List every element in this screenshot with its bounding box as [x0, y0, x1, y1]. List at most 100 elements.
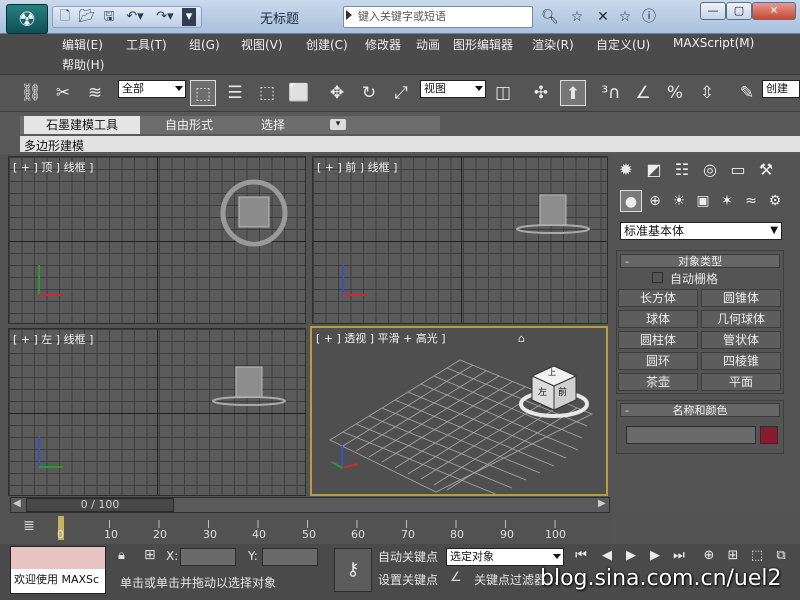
- menu-help[interactable]: 帮助(H): [62, 56, 104, 73]
- time-slider-thumb[interactable]: 0 / 100: [26, 498, 174, 512]
- viewcube-face-top[interactable]: 上: [548, 367, 556, 378]
- subscription-icon[interactable]: ☆: [568, 8, 586, 26]
- object-color-swatch[interactable]: [760, 426, 778, 444]
- select-and-scale-icon[interactable]: ⤢: [388, 80, 414, 106]
- motion-tab-icon[interactable]: ◎: [698, 158, 722, 182]
- go-to-end-icon[interactable]: ⏭: [670, 547, 688, 565]
- viewcube-top-icon[interactable]: [214, 175, 294, 247]
- sphere-button[interactable]: 球体: [618, 310, 698, 328]
- torus-button[interactable]: 圆环: [618, 352, 698, 370]
- tab-selection[interactable]: 选择: [238, 116, 308, 134]
- create-tab-icon[interactable]: ✹: [614, 158, 638, 182]
- object-name-field[interactable]: [626, 426, 756, 444]
- viewcube-face-left[interactable]: 左: [538, 385, 547, 398]
- select-and-manipulate-icon[interactable]: ✣: [528, 80, 554, 106]
- mini-curve-editor-icon[interactable]: ≣: [18, 518, 40, 538]
- select-and-link-icon[interactable]: ⛓︎: [18, 80, 44, 106]
- teapot-button[interactable]: 茶壶: [618, 373, 698, 391]
- maxscript-output[interactable]: [11, 547, 105, 569]
- bind-to-space-warp-icon[interactable]: ≋: [82, 80, 108, 106]
- redo-icon[interactable]: ↷▾: [152, 8, 178, 26]
- angle-snap-icon[interactable]: ∠: [630, 80, 656, 106]
- display-tab-icon[interactable]: ▭: [726, 158, 750, 182]
- cameras-icon[interactable]: ▣: [692, 190, 714, 212]
- menu-maxscript[interactable]: MAXScript(M): [673, 36, 754, 50]
- new-file-icon[interactable]: 🗋: [56, 8, 74, 26]
- tab-freeform[interactable]: 自由形式: [146, 116, 232, 134]
- open-file-icon[interactable]: 📂︎: [78, 8, 96, 26]
- x-coord-input[interactable]: [180, 548, 236, 566]
- viewport-front[interactable]: [ + ] 前 ] 线框 ]: [312, 156, 608, 324]
- cone-button[interactable]: 圆锥体: [701, 289, 781, 307]
- viewcube-face-front[interactable]: 前: [558, 385, 567, 398]
- menu-edit[interactable]: 编辑(E): [62, 36, 103, 53]
- zoom-extents-all-icon[interactable]: ⧉: [772, 547, 790, 565]
- systems-icon[interactable]: ⚙: [764, 190, 786, 212]
- ribbon-minimize-icon[interactable]: ▾: [330, 119, 346, 130]
- category-dropdown[interactable]: 标准基本体 ▼: [620, 222, 782, 240]
- application-button[interactable]: ☢: [6, 4, 48, 34]
- go-to-start-icon[interactable]: ⏮: [572, 547, 590, 565]
- selection-filter-dropdown[interactable]: 全部: [118, 80, 186, 98]
- tube-button[interactable]: 管状体: [701, 331, 781, 349]
- modify-tab-icon[interactable]: ◩: [642, 158, 666, 182]
- key-mode-dropdown[interactable]: 选定对象: [446, 548, 564, 566]
- reference-coordinate-dropdown[interactable]: 视图: [420, 80, 486, 98]
- zoom-all-icon[interactable]: ⊞: [724, 547, 742, 565]
- named-selection-sets-dropdown[interactable]: 创建: [762, 80, 800, 98]
- cylinder-button[interactable]: 圆柱体: [618, 331, 698, 349]
- hierarchy-tab-icon[interactable]: ☷: [670, 158, 694, 182]
- help-icon[interactable]: ⓘ: [640, 8, 658, 26]
- menu-rendering[interactable]: 渲染(R): [532, 36, 574, 53]
- object-type-rollout-title[interactable]: - 对象类型: [620, 254, 780, 268]
- menu-customize[interactable]: 自定义(U): [596, 36, 650, 53]
- prev-frame-icon[interactable]: ◀: [13, 498, 21, 509]
- menu-create[interactable]: 创建(C): [306, 36, 348, 53]
- play-icon[interactable]: ▶: [622, 547, 640, 565]
- select-and-rotate-icon[interactable]: ↻: [356, 80, 382, 106]
- viewcube-left-icon[interactable]: [209, 359, 289, 409]
- helpers-icon[interactable]: ✶: [716, 190, 738, 212]
- lights-icon[interactable]: ☀: [668, 190, 690, 212]
- key-filters-icon[interactable]: ∠: [450, 570, 462, 585]
- search-input[interactable]: 键入关键字或短语: [343, 6, 533, 28]
- select-and-move-icon[interactable]: ✥: [324, 80, 350, 106]
- lock-selection-icon[interactable]: 🔒︎: [118, 548, 125, 563]
- previous-frame-icon[interactable]: ◀: [598, 547, 616, 565]
- shapes-icon[interactable]: ⊕: [644, 190, 666, 212]
- absolute-mode-icon[interactable]: ⊞: [144, 547, 156, 563]
- menu-modifiers[interactable]: 修改器: [365, 36, 401, 53]
- next-frame-icon[interactable]: ▶: [598, 498, 606, 509]
- autogrid-checkbox[interactable]: [652, 272, 663, 283]
- binoculars-icon[interactable]: 🔍︎: [538, 8, 562, 26]
- geometry-icon[interactable]: ●: [620, 190, 642, 212]
- unlink-selection-icon[interactable]: ✂︎: [50, 80, 76, 106]
- percent-snap-icon[interactable]: %: [662, 80, 688, 106]
- search-expand-icon[interactable]: [346, 10, 352, 20]
- maxscript-input[interactable]: 欢迎使用 MAXSc: [11, 569, 105, 593]
- set-key-button[interactable]: 设置关键点: [378, 571, 438, 588]
- undo-icon[interactable]: ↶▾: [122, 8, 148, 26]
- viewcube-front-icon[interactable]: [513, 187, 593, 237]
- set-key-icon[interactable]: ⚷: [334, 548, 372, 592]
- favorites-star-icon[interactable]: ☆: [616, 8, 634, 26]
- viewport-left[interactable]: [ + ] 左 ] 线框 ]: [8, 328, 306, 496]
- viewport-label-left[interactable]: [ + ] 左 ] 线框 ]: [13, 331, 93, 347]
- rectangular-selection-icon[interactable]: ⬚: [254, 80, 280, 106]
- pyramid-button[interactable]: 四棱锥: [701, 352, 781, 370]
- communication-center-icon[interactable]: ✕: [594, 8, 612, 26]
- space-warps-icon[interactable]: ≈: [740, 190, 762, 212]
- viewport-label-front[interactable]: [ + ] 前 ] 线框 ]: [317, 159, 397, 175]
- edit-named-selection-icon[interactable]: ✎: [734, 80, 760, 106]
- ribbon-panel-polygon-modeling[interactable]: 多边形建模: [24, 137, 84, 154]
- geosphere-button[interactable]: 几何球体: [701, 310, 781, 328]
- zoom-icon[interactable]: ⊕: [700, 547, 718, 565]
- select-by-name-icon[interactable]: ☰: [222, 80, 248, 106]
- auto-key-button[interactable]: 自动关键点: [378, 548, 438, 565]
- menu-tools[interactable]: 工具(T): [126, 36, 167, 53]
- tab-graphite-modeling[interactable]: 石墨建模工具: [24, 116, 140, 134]
- menu-group[interactable]: 组(G): [189, 36, 220, 53]
- box-button[interactable]: 长方体: [618, 289, 698, 307]
- plane-button[interactable]: 平面: [701, 373, 781, 391]
- maximize-button[interactable]: ▢: [726, 2, 752, 20]
